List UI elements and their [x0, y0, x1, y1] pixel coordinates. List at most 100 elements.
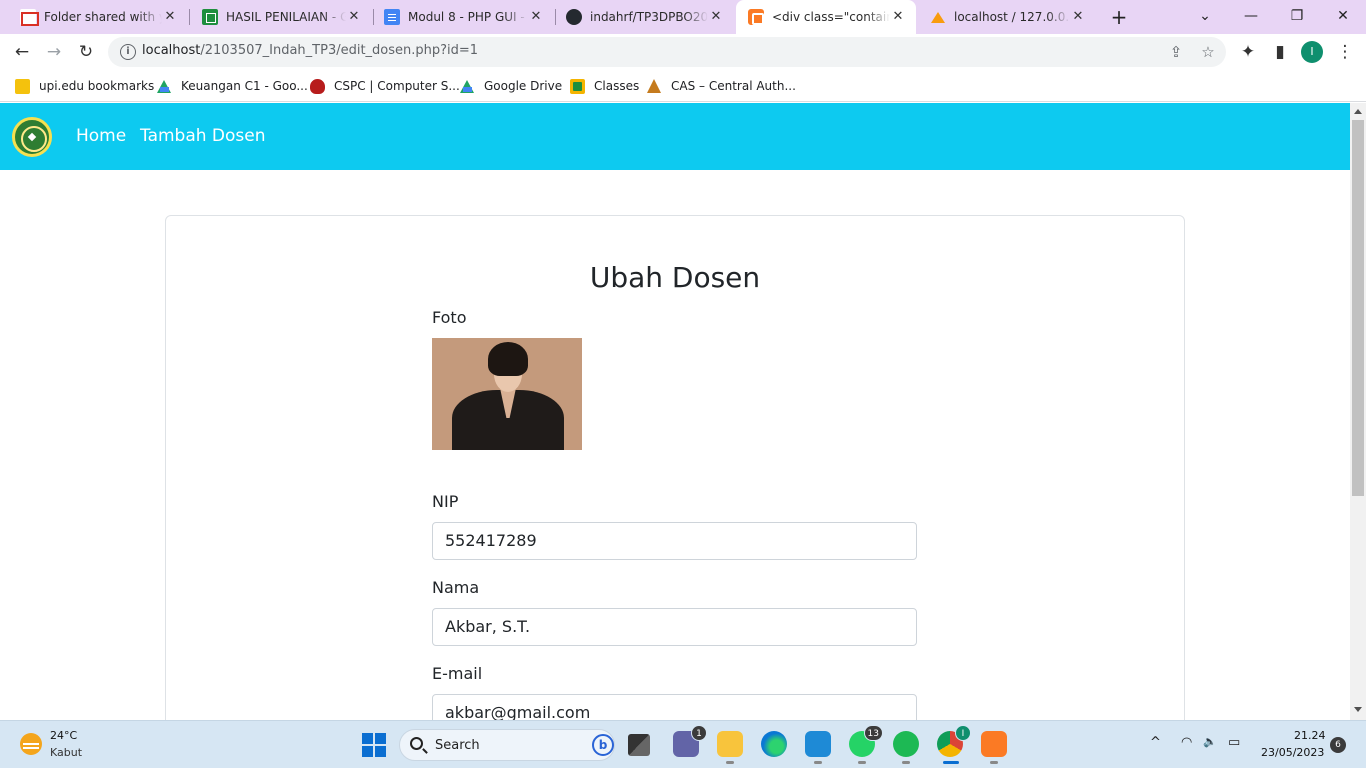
close-tab-icon[interactable]: ✕: [162, 9, 178, 25]
side-panel-icon[interactable]: ▮: [1267, 39, 1293, 65]
close-tab-icon[interactable]: ✕: [346, 9, 362, 25]
weather-temperature[interactable]: 24°C: [50, 729, 77, 742]
site-info-icon[interactable]: i: [120, 44, 136, 60]
bookmark-keuangan[interactable]: Keuangan C1 - Goo...: [157, 76, 308, 96]
browser-toolbar: ← → ↻ i localhost/2103507_Indah_TP3/edit…: [0, 34, 1366, 70]
docs-icon: [384, 9, 400, 25]
tab-github[interactable]: indahrf/TP3DPBO2023 ✕: [554, 0, 734, 34]
bookmark-cspc[interactable]: CSPC | Computer S...: [310, 76, 460, 96]
extensions-puzzle-icon[interactable]: ✦: [1235, 39, 1261, 65]
volume-icon[interactable]: 🔈: [1203, 735, 1217, 748]
app-running-indicator: [990, 761, 998, 764]
bookmark-label: upi.edu bookmarks: [39, 79, 155, 93]
weather-condition[interactable]: Kabut: [50, 746, 82, 759]
tab-strip: Folder shared with you ✕ HASIL PENILAIAN…: [0, 0, 1366, 34]
search-icon: [410, 737, 423, 750]
tab-title: <div class="container": [772, 10, 890, 24]
app-running-indicator: [858, 761, 866, 764]
tab-search-dropdown-icon[interactable]: ⌄: [1182, 0, 1228, 34]
folder-icon: [15, 78, 30, 94]
tab-title: HASIL PENILAIAN - Google Sheets: [226, 10, 346, 24]
scroll-down-arrow-icon[interactable]: [1354, 707, 1362, 712]
url-path: /2103507_Indah_TP3/edit_dosen.php?id=1: [200, 43, 479, 58]
nav-add-dosen-link[interactable]: Tambah Dosen: [140, 126, 266, 146]
tab-gmail[interactable]: Folder shared with you ✕: [8, 0, 188, 34]
tab-phpmyadmin[interactable]: localhost / 127.0.0.1 / ✕: [918, 0, 1096, 34]
form-card: Ubah Dosen Foto NIP 552417289 Nama Akbar…: [165, 215, 1185, 720]
battery-icon[interactable]: ▭: [1228, 735, 1240, 750]
name-input[interactable]: Akbar, S.T.: [432, 608, 917, 646]
photo-shape: [488, 342, 528, 376]
windows-logo-icon: [375, 733, 386, 744]
notification-count-badge[interactable]: 6: [1330, 737, 1346, 753]
vscode-icon[interactable]: [805, 731, 831, 764]
back-arrow-icon[interactable]: ←: [9, 39, 35, 65]
close-tab-icon[interactable]: ✕: [528, 9, 544, 25]
xampp-icon: [748, 9, 764, 25]
xampp-taskbar-icon[interactable]: [981, 731, 1007, 764]
address-bar[interactable]: i localhost/2103507_Indah_TP3/edit_dosen…: [108, 37, 1226, 67]
photo-label: Foto: [432, 308, 467, 327]
reload-icon[interactable]: ↻: [73, 39, 99, 65]
tab-docs[interactable]: Modul 8 - PHP GUI - Google Docs ✕: [372, 0, 554, 34]
start-button[interactable]: [362, 733, 386, 757]
scrollbar-thumb[interactable]: [1352, 120, 1364, 496]
teams-badge: 1: [691, 725, 707, 741]
close-tab-icon[interactable]: ✕: [1070, 9, 1086, 25]
file-explorer-icon[interactable]: [717, 731, 743, 764]
tab-sheets[interactable]: HASIL PENILAIAN - Google Sheets ✕: [190, 0, 372, 34]
bookmarks-bar: upi.edu bookmarks Keuangan C1 - Goo... C…: [0, 70, 1366, 102]
phpmyadmin-icon: [930, 9, 946, 25]
page-scrollbar[interactable]: [1350, 103, 1366, 720]
close-tab-icon[interactable]: ✕: [708, 9, 724, 25]
share-icon[interactable]: ⇪: [1166, 42, 1186, 62]
bookmark-cas[interactable]: CAS – Central Auth...: [647, 76, 796, 96]
windows-logo-icon: [362, 746, 373, 757]
navbar: Home Tambah Dosen: [0, 103, 1350, 170]
tab-title: Modul 8 - PHP GUI - Google Docs: [408, 10, 528, 24]
bookmark-upi[interactable]: upi.edu bookmarks: [15, 76, 154, 96]
bookmark-label: Google Drive: [484, 79, 563, 93]
weather-fog-icon[interactable]: [20, 733, 42, 755]
browser-menu-icon[interactable]: ⋮: [1332, 39, 1358, 65]
spotify-icon[interactable]: [893, 731, 919, 764]
scroll-up-arrow-icon[interactable]: [1354, 109, 1362, 114]
wifi-icon[interactable]: ◠: [1181, 735, 1192, 750]
taskbar: 24°C Kabut Search b 1 13 I ^ ◠ 🔈 ▭ 21.24…: [0, 720, 1366, 768]
new-tab-button[interactable]: +: [1108, 6, 1130, 28]
profile-avatar[interactable]: I: [1301, 41, 1323, 63]
taskbar-search[interactable]: Search b: [399, 729, 615, 761]
address-url[interactable]: localhost/2103507_Indah_TP3/edit_dosen.p…: [142, 43, 478, 58]
app-active-indicator: [943, 761, 959, 764]
whatsapp-badge: 13: [863, 725, 883, 741]
clock-time[interactable]: 21.24: [1294, 729, 1326, 742]
nav-home-link[interactable]: Home: [76, 126, 126, 146]
minimize-button[interactable]: —: [1228, 0, 1274, 34]
edge-icon[interactable]: [761, 731, 787, 757]
close-tab-icon[interactable]: ✕: [890, 9, 906, 25]
clock-date[interactable]: 23/05/2023: [1261, 746, 1324, 759]
email-input[interactable]: akbar@gmail.com: [432, 694, 917, 720]
task-view-icon[interactable]: [628, 734, 650, 756]
lecturer-photo: [432, 338, 582, 450]
google-drive-icon: [157, 79, 172, 94]
app-running-indicator: [902, 761, 910, 764]
university-logo-icon[interactable]: [12, 117, 52, 157]
bing-icon[interactable]: b: [592, 734, 614, 756]
bookmark-classes[interactable]: Classes: [570, 76, 639, 96]
whatsapp-icon[interactable]: 13: [849, 725, 883, 764]
chrome-icon[interactable]: I: [937, 725, 971, 764]
forward-arrow-icon[interactable]: →: [41, 39, 67, 65]
bookmark-star-icon[interactable]: ☆: [1198, 42, 1218, 62]
teams-icon[interactable]: 1: [673, 725, 707, 757]
bookmark-google-drive[interactable]: Google Drive: [460, 76, 562, 96]
windows-logo-icon: [362, 733, 373, 744]
close-window-button[interactable]: ✕: [1320, 0, 1366, 34]
tab-active-page[interactable]: <div class="container" ✕: [736, 0, 916, 34]
classroom-icon: [570, 78, 585, 94]
app-running-indicator: [814, 761, 822, 764]
sheets-icon: [202, 9, 218, 25]
nip-input[interactable]: 552417289: [432, 522, 917, 560]
restore-button[interactable]: ❐: [1274, 0, 1320, 34]
show-hidden-icons-chevron[interactable]: ^: [1150, 735, 1161, 750]
